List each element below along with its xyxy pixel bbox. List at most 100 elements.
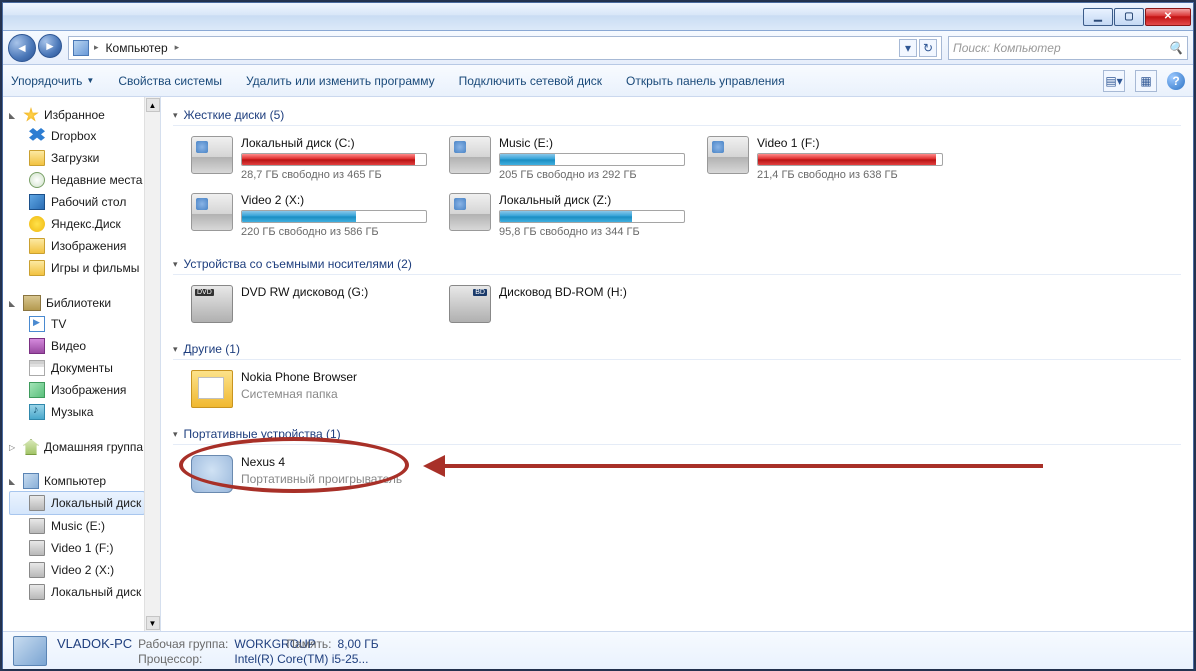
minimize-button[interactable]: ▁ (1083, 8, 1113, 26)
map-network-drive-button[interactable]: Подключить сетевой диск (459, 74, 602, 88)
back-button[interactable]: ◄ (8, 34, 36, 62)
sidebar-item-downloads[interactable]: Загрузки (9, 147, 145, 169)
address-dropdown[interactable]: ▾ (899, 39, 917, 57)
titlebar: ▁ ▢ ✕ (3, 3, 1193, 31)
help-button[interactable]: ? (1167, 72, 1185, 90)
folder-icon (29, 150, 45, 166)
hdd-icon (191, 136, 233, 174)
forward-button[interactable]: ► (38, 34, 62, 58)
hdd-icon (707, 136, 749, 174)
drive-item[interactable]: Локальный диск (Z:) 95,8 ГБ свободно из 3… (445, 189, 689, 242)
drive-item-bd[interactable]: Дисковод BD-ROM (H:) (445, 281, 689, 327)
system-folder-icon (191, 370, 233, 408)
collapse-icon: ◣ (9, 299, 18, 308)
drive-icon (29, 495, 45, 511)
section-removable: ▾Устройства со съемными носителями (2) D… (173, 254, 1181, 329)
section-header[interactable]: ▾Жесткие диски (5) (173, 105, 1181, 126)
back-icon: ◄ (16, 41, 28, 55)
uninstall-program-button[interactable]: Удалить или изменить программу (246, 74, 435, 88)
sidebar-item-music[interactable]: Музыка (9, 401, 145, 423)
control-panel-button[interactable]: Открыть панель управления (626, 74, 785, 88)
drive-usage-bar (757, 153, 943, 166)
sidebar-item-desktop[interactable]: Рабочий стол (9, 191, 145, 213)
sidebar-item-yandex[interactable]: Яндекс.Диск (9, 213, 145, 235)
sidebar-scrollbar[interactable]: ▲ ▼ (144, 97, 160, 631)
folder-icon (29, 260, 45, 276)
breadcrumb-sep: ▸ (92, 42, 101, 53)
collapse-icon: ▾ (173, 344, 178, 355)
drive-name: Video 2 (X:) (241, 193, 427, 207)
drive-item-nexus4[interactable]: Nexus 4Портативный проигрыватель (187, 451, 431, 497)
drive-item-nokia[interactable]: Nokia Phone BrowserСистемная папка (187, 366, 431, 412)
drive-free-text: 95,8 ГБ свободно из 344 ГБ (499, 226, 685, 238)
folder-icon (29, 238, 45, 254)
workgroup-value: WORKGROUP (234, 637, 274, 651)
preview-pane-button[interactable]: ▦ (1135, 70, 1157, 92)
drive-icon (29, 562, 45, 578)
section-header[interactable]: ▾Другие (1) (173, 339, 1181, 360)
sidebar-item-recent[interactable]: Недавние места (9, 169, 145, 191)
sidebar-item-drive-z[interactable]: Локальный диск (9, 581, 145, 603)
sidebar-favorites-header[interactable]: ◣Избранное (9, 105, 145, 125)
pc-name: VLADOK-PC (57, 636, 132, 651)
view-icon: ▤ (1105, 74, 1116, 88)
sidebar-item-dropbox[interactable]: Dropbox (9, 125, 145, 147)
maximize-button[interactable]: ▢ (1114, 8, 1144, 26)
sidebar-homegroup-header[interactable]: ▷Домашняя группа (9, 437, 145, 457)
close-button[interactable]: ✕ (1145, 8, 1191, 26)
sidebar-item-drive-e[interactable]: Music (E:) (9, 515, 145, 537)
sidebar-item-documents[interactable]: Документы (9, 357, 145, 379)
search-icon[interactable]: 🔍 (1168, 41, 1183, 55)
scroll-down-icon[interactable]: ▼ (146, 616, 160, 630)
drive-name: Локальный диск (Z:) (499, 193, 685, 207)
sidebar-item-drive-c[interactable]: Локальный диск (9, 491, 145, 515)
sidebar-item-pictures[interactable]: Изображения (9, 379, 145, 401)
memory-label: Память: (286, 637, 331, 651)
search-input[interactable]: Поиск: Компьютер 🔍 (948, 36, 1188, 60)
refresh-button[interactable]: ↻ (919, 39, 937, 57)
section-portable: ▾Портативные устройства (1) Nexus 4Порта… (173, 424, 1181, 499)
nav-row: ◄ ► ▸ Компьютер ▸ ▾ ↻ Поиск: Компьютер 🔍 (3, 31, 1193, 65)
drive-usage-bar (499, 210, 685, 223)
drive-item[interactable]: Music (E:)205 ГБ свободно из 292 ГБ (445, 132, 689, 185)
breadcrumb-sep: ▸ (173, 42, 182, 53)
maximize-icon: ▢ (1124, 11, 1133, 22)
yandex-icon (29, 216, 45, 232)
sidebar-libraries-header[interactable]: ◣Библиотеки (9, 293, 145, 313)
drive-free-text: 220 ГБ свободно из 586 ГБ (241, 226, 427, 238)
pane-icon: ▦ (1140, 74, 1151, 88)
section-header[interactable]: ▾Портативные устройства (1) (173, 424, 1181, 445)
section-header[interactable]: ▾Устройства со съемными носителями (2) (173, 254, 1181, 275)
document-icon (29, 360, 45, 376)
drive-item[interactable]: Video 1 (F:)21,4 ГБ свободно из 638 ГБ (703, 132, 947, 185)
sidebar-item-drive-f[interactable]: Video 1 (F:) (9, 537, 145, 559)
navigation-sidebar: ◣Избранное Dropbox Загрузки Недавние мес… (3, 97, 161, 631)
system-properties-button[interactable]: Свойства системы (118, 74, 222, 88)
expand-icon: ▷ (9, 443, 18, 452)
drive-item[interactable]: Локальный диск (C:)28,7 ГБ свободно из 4… (187, 132, 431, 185)
sidebar-item-drive-x[interactable]: Video 2 (X:) (9, 559, 145, 581)
drive-item-dvd[interactable]: DVD RW дисковод (G:) (187, 281, 431, 327)
sidebar-item-pictures-fav[interactable]: Изображения (9, 235, 145, 257)
refresh-icon: ↻ (923, 41, 933, 55)
breadcrumb-computer[interactable]: Компьютер (101, 41, 173, 55)
drive-name: Локальный диск (C:) (241, 136, 427, 150)
view-options-button[interactable]: ▤▾ (1103, 70, 1125, 92)
drive-usage-bar (241, 153, 427, 166)
drive-icon (29, 518, 45, 534)
drive-name: Music (E:) (499, 136, 685, 150)
drive-item[interactable]: Video 2 (X:) 220 ГБ свободно из 586 ГБ (187, 189, 431, 242)
collapse-icon: ◣ (9, 477, 18, 486)
sidebar-item-tv[interactable]: TV (9, 313, 145, 335)
video-icon (29, 338, 45, 354)
drive-usage-bar (499, 153, 685, 166)
sidebar-item-games[interactable]: Игры и фильмы (9, 257, 145, 279)
hdd-icon (449, 136, 491, 174)
recent-icon (29, 172, 45, 188)
organize-menu[interactable]: Упорядочить▼ (11, 74, 94, 88)
cpu-value: Intel(R) Core(TM) i5-25... (234, 652, 378, 666)
sidebar-item-videos[interactable]: Видео (9, 335, 145, 357)
address-bar[interactable]: ▸ Компьютер ▸ ▾ ↻ (68, 36, 942, 60)
scroll-up-icon[interactable]: ▲ (146, 98, 160, 112)
sidebar-computer-header[interactable]: ◣Компьютер (9, 471, 145, 491)
